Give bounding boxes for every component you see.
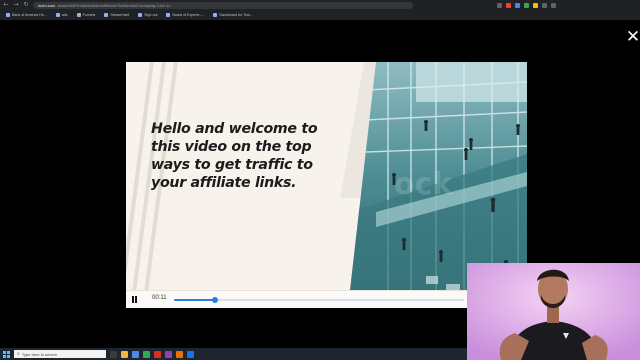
bookmark-item[interactable]: Dashboard for Tool... bbox=[213, 13, 253, 17]
address-row: ← → ↻ loom.com /share/b4f7e2a0c8d94e1b9f… bbox=[0, 0, 640, 10]
bookmark-item[interactable]: Bank of America Ho... bbox=[6, 13, 47, 17]
profile-icon[interactable] bbox=[551, 2, 556, 8]
progress-bar[interactable] bbox=[174, 297, 464, 303]
headline-line: this video on the top bbox=[151, 139, 312, 155]
extension-icon[interactable] bbox=[533, 2, 538, 8]
bookmark-icon bbox=[138, 13, 143, 17]
reload-button[interactable]: ↻ bbox=[23, 2, 29, 8]
current-time: 00:11 bbox=[152, 295, 167, 301]
screen: ← → ↻ loom.com /share/b4f7e2a0c8d94e1b9f… bbox=[0, 0, 640, 360]
app-icon[interactable] bbox=[165, 350, 172, 358]
search-icon: ⌕ bbox=[17, 350, 20, 357]
taskbar-search-input[interactable]: ⌕ Type here to search bbox=[14, 350, 106, 358]
progress-fill bbox=[174, 299, 215, 301]
search-placeholder: Type here to search bbox=[21, 351, 58, 357]
taskbar: ⌕ Type here to search bbox=[0, 348, 467, 360]
bookmark-icon bbox=[55, 13, 60, 17]
back-button[interactable]: ← bbox=[3, 2, 9, 8]
file-explorer-icon[interactable] bbox=[121, 350, 128, 358]
slide-headline: Hello and welcome to this video on the t… bbox=[151, 120, 361, 192]
svg-text:ock: ock bbox=[394, 167, 453, 202]
extension-icon[interactable] bbox=[497, 2, 502, 8]
extension-icon[interactable] bbox=[515, 2, 520, 8]
address-bar[interactable]: loom.com /share/b4f7e2a0c8d94e1b9f3c6a72… bbox=[33, 1, 413, 9]
headline-line: Hello and welcome to bbox=[151, 121, 318, 137]
url-host: loom.com bbox=[38, 2, 56, 8]
bookmark-item[interactable]: StreamYard bbox=[104, 13, 129, 17]
url-path: /share/b4f7e2a0c8d94e1b9f3c6a72d05e18b3?… bbox=[57, 2, 171, 8]
extension-icon[interactable] bbox=[524, 2, 529, 8]
headline-line: ways to get traffic to bbox=[151, 157, 313, 173]
app-icon[interactable] bbox=[176, 350, 183, 358]
bookmark-item[interactable]: Board of Experts -... bbox=[166, 13, 204, 17]
acrobat-icon[interactable] bbox=[154, 350, 161, 358]
app-icon[interactable] bbox=[132, 350, 139, 358]
browser-chrome: ← → ↻ loom.com /share/b4f7e2a0c8d94e1b9f… bbox=[0, 0, 640, 20]
bookmark-icon bbox=[104, 13, 109, 17]
bookmark-icon bbox=[166, 13, 171, 17]
windows-start-icon[interactable] bbox=[3, 350, 10, 358]
chrome-icon[interactable] bbox=[143, 350, 150, 358]
bookmark-item[interactable]: Funnels bbox=[76, 13, 95, 17]
extension-icon[interactable] bbox=[506, 2, 511, 8]
close-icon[interactable]: ✕ bbox=[624, 28, 640, 46]
forward-button[interactable]: → bbox=[13, 2, 19, 8]
webcam-overlay bbox=[467, 263, 640, 360]
headline-line: your affiliate links. bbox=[151, 175, 297, 191]
pause-button[interactable] bbox=[131, 295, 139, 304]
pause-icon bbox=[135, 296, 137, 303]
bookmark-icon bbox=[6, 13, 10, 17]
bookmark-icon bbox=[213, 13, 218, 17]
bookmark-item[interactable]: ads bbox=[55, 13, 68, 17]
scrubber-handle[interactable] bbox=[211, 297, 218, 303]
pause-icon bbox=[132, 296, 134, 303]
bookmarks-bar: Bank of America Ho... ads Funnels Stream… bbox=[0, 10, 640, 20]
extension-icon[interactable] bbox=[542, 2, 547, 8]
task-view-icon[interactable] bbox=[110, 350, 117, 358]
bookmark-icon bbox=[76, 13, 81, 17]
app-icon[interactable] bbox=[187, 350, 194, 358]
bookmark-item[interactable]: Sign out bbox=[138, 13, 157, 17]
extensions-bar bbox=[497, 2, 556, 8]
